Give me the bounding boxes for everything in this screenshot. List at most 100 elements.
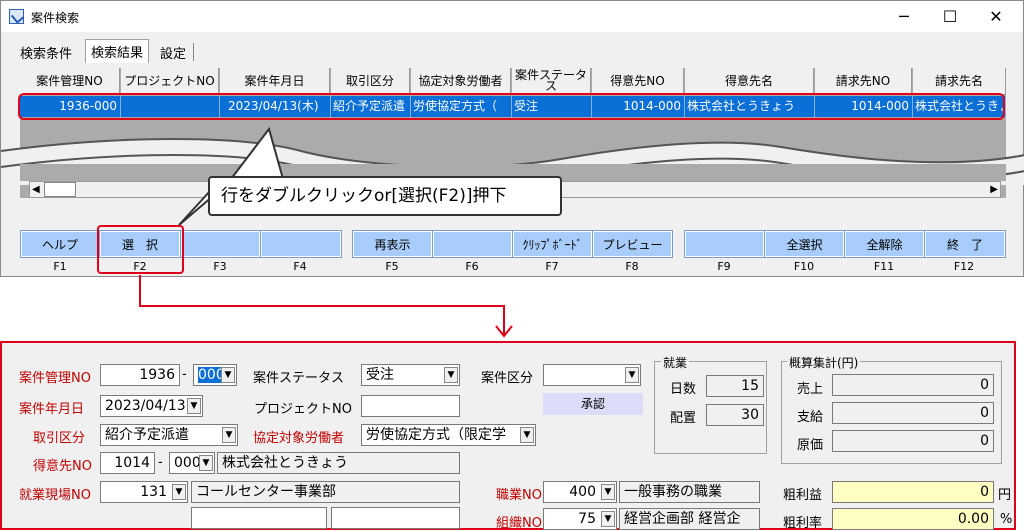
tab-settings[interactable]: 設定 <box>155 41 192 62</box>
case-no-sub-select[interactable]: 000 ▼ <box>193 364 237 386</box>
column-header[interactable]: 請求先NO <box>815 68 912 95</box>
app-icon <box>9 9 24 24</box>
customer-name-field: 株式会社とうきょう <box>217 452 460 474</box>
status-select[interactable]: 受注 ▼ <box>361 364 460 386</box>
days-label: 日数 <box>670 382 697 397</box>
tab-search-results[interactable]: 検索結果 <box>85 39 150 63</box>
exit-button[interactable]: 終 了 <box>924 230 1006 258</box>
job-label: 職業NO <box>496 488 542 503</box>
extra-field-1[interactable] <box>191 507 327 529</box>
status-label: 案件ステータス <box>253 371 345 386</box>
instruction-callout: 行をダブルクリックor[選択(F2)]押下 <box>208 176 562 216</box>
customer-no-field[interactable]: 1014 <box>100 452 155 474</box>
chevron-down-icon[interactable]: ▼ <box>444 367 458 383</box>
column-header[interactable]: 案件年月日 <box>220 68 330 95</box>
placement-label: 配置 <box>670 411 697 426</box>
project-field[interactable] <box>361 395 460 417</box>
trade-label: 取引区分 <box>33 431 86 446</box>
customer-sub-select[interactable]: 000 ▼ <box>169 452 215 474</box>
trade-select[interactable]: 紹介予定派遣 ▼ <box>100 424 238 446</box>
case-type-label: 案件区分 <box>481 371 534 386</box>
job-no-value: 400 <box>569 484 596 500</box>
tab-search-conditions[interactable]: 検索条件 <box>15 41 78 62</box>
cost-label: 原価 <box>797 438 824 453</box>
date-value: 2023/04/13 <box>105 398 186 414</box>
minimize-button[interactable]: ─ <box>881 1 927 32</box>
column-header[interactable]: 協定対象労働者 <box>411 68 511 95</box>
site-select[interactable]: 131 ▼ <box>100 481 188 503</box>
customer-label: 得意先NO <box>33 459 92 474</box>
chevron-down-icon[interactable]: ▼ <box>199 455 213 471</box>
sales-label: 売上 <box>797 382 824 397</box>
select-button-highlight <box>97 225 184 274</box>
maximize-button[interactable]: ☐ <box>927 1 973 32</box>
org-no-value: 75 <box>578 511 596 527</box>
site-name-field: コールセンター事業部 <box>191 481 460 503</box>
column-header[interactable]: 案件ステータス <box>512 68 591 95</box>
chevron-down-icon[interactable]: ▼ <box>187 398 201 414</box>
pay-label: 支給 <box>797 410 824 425</box>
column-header[interactable]: 得意先NO <box>592 68 684 95</box>
column-header[interactable]: 得意先名 <box>685 68 814 95</box>
title-bar: 案件検索 ─ ☐ ✕ <box>1 1 1023 32</box>
customer-sub-value: 000 <box>174 455 201 471</box>
chevron-down-icon[interactable]: ▼ <box>172 484 186 500</box>
f9-button[interactable] <box>684 230 765 258</box>
rate-field: 0.00 <box>832 508 994 530</box>
rate-label: 粗利率 <box>783 516 823 531</box>
scroll-thumb[interactable] <box>44 182 76 197</box>
approve-button[interactable]: 承認 <box>543 393 643 415</box>
labor-value: 労使協定方式（限定学 <box>366 427 506 443</box>
scroll-right-icon[interactable]: ▶ <box>990 184 998 195</box>
preview-button[interactable]: プレビュー <box>592 230 673 258</box>
job-name-field: 一般事務の職業 <box>619 481 760 503</box>
close-button[interactable]: ✕ <box>973 1 1019 32</box>
chevron-down-icon[interactable]: ▼ <box>601 484 615 500</box>
column-header[interactable]: プロジェクトNO <box>121 68 219 95</box>
case-no-label: 案件管理NO <box>19 371 91 386</box>
case-no-field[interactable]: 1936 <box>100 364 180 386</box>
row-highlight <box>18 93 1005 120</box>
column-header[interactable]: 請求先名 <box>913 68 1006 95</box>
chevron-down-icon[interactable]: ▼ <box>221 367 235 383</box>
org-label: 組織NO <box>496 516 542 531</box>
status-value: 受注 <box>366 367 394 383</box>
case-no-separator: - <box>182 367 187 382</box>
deselect-all-button[interactable]: 全解除 <box>844 230 925 258</box>
window-title: 案件検索 <box>31 11 80 25</box>
chevron-down-icon[interactable]: ▼ <box>520 427 534 443</box>
chevron-down-icon[interactable]: ▼ <box>222 427 236 443</box>
date-label: 案件年月日 <box>19 402 85 417</box>
days-field: 15 <box>706 375 764 397</box>
cost-field: 0 <box>832 430 994 452</box>
job-select[interactable]: 400 ▼ <box>543 481 617 503</box>
extra-field-2[interactable] <box>331 507 460 529</box>
labor-label: 協定対象労働者 <box>253 431 345 446</box>
trade-value: 紹介予定派遣 <box>105 427 189 443</box>
chevron-down-icon[interactable]: ▼ <box>625 367 639 383</box>
flow-arrow <box>139 275 513 338</box>
project-label: プロジェクトNO <box>254 402 352 417</box>
f3-button[interactable] <box>180 230 261 258</box>
column-header[interactable]: 取引区分 <box>331 68 410 95</box>
select-all-button[interactable]: 全選択 <box>764 230 845 258</box>
org-name-field: 経営企画部 経営企 <box>619 508 760 530</box>
gross-unit: 円 <box>998 488 1012 503</box>
site-label: 就業現場NO <box>19 488 91 503</box>
labor-select[interactable]: 労使協定方式（限定学 ▼ <box>361 424 536 446</box>
sales-field: 0 <box>832 374 994 396</box>
date-picker[interactable]: 2023/04/13 ▼ <box>100 395 203 417</box>
refresh-button[interactable]: 再表示 <box>352 230 433 258</box>
search-window: 案件検索 ─ ☐ ✕ 検索条件 検索結果 設定 案件管理NO プロジェクトNO … <box>0 0 1024 277</box>
clipboard-button[interactable]: ｸﾘｯﾌﾟﾎﾞｰﾄﾞ <box>512 230 593 258</box>
column-header[interactable]: 案件管理NO <box>20 68 120 95</box>
org-select[interactable]: 75 ▼ <box>543 508 617 530</box>
help-button[interactable]: ヘルプ <box>20 230 100 258</box>
f6-button[interactable] <box>432 230 513 258</box>
gross-field: 0 <box>832 481 994 503</box>
f4-button[interactable] <box>260 230 342 258</box>
chevron-down-icon[interactable]: ▼ <box>601 511 615 527</box>
scroll-left-icon[interactable]: ◀ <box>32 184 40 195</box>
case-type-select[interactable]: ▼ <box>543 364 641 386</box>
work-group-title: 就業 <box>661 354 690 371</box>
